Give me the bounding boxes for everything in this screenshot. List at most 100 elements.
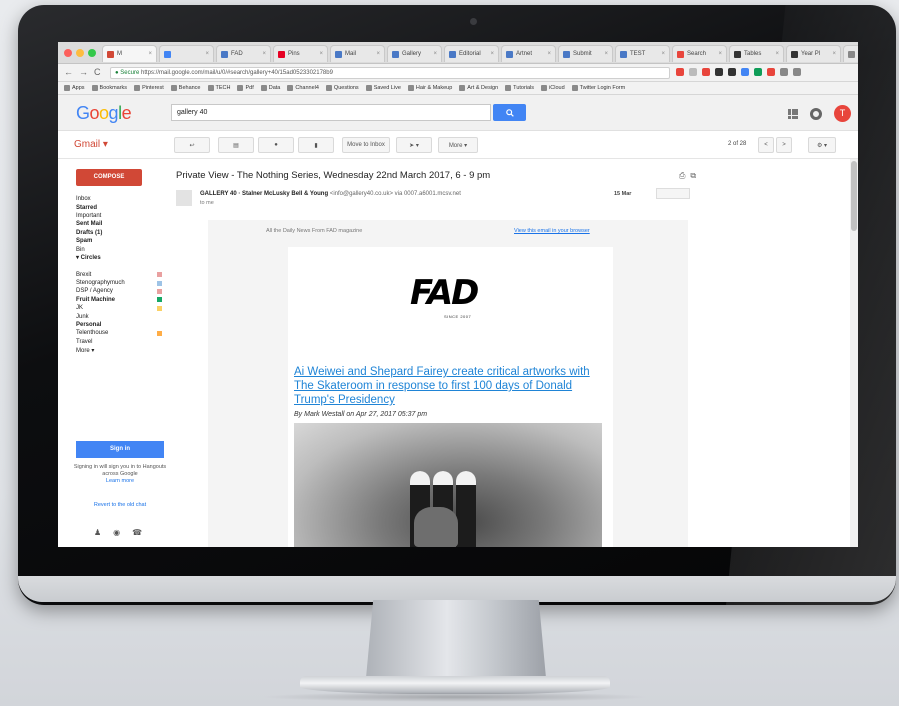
- bookmark-item[interactable]: Bookmarks: [91, 85, 127, 91]
- sidebar-item[interactable]: [76, 262, 162, 270]
- sidebar-item[interactable]: More ▾: [76, 346, 162, 354]
- print-icon[interactable]: ⎙: [679, 171, 685, 181]
- sidebar-item[interactable]: Inbox: [76, 195, 162, 203]
- tab-close-icon[interactable]: ×: [490, 51, 494, 57]
- notifications-icon[interactable]: [810, 107, 822, 120]
- reply-button[interactable]: [656, 188, 690, 199]
- sidebar-item[interactable]: Drafts (1): [76, 229, 162, 237]
- article-image[interactable]: [294, 423, 602, 547]
- google-logo[interactable]: Google: [76, 103, 132, 124]
- older-button[interactable]: <: [758, 137, 774, 153]
- extension-icon[interactable]: [767, 68, 775, 76]
- extension-icon[interactable]: [741, 68, 749, 76]
- sidebar-item[interactable]: Important: [76, 212, 162, 220]
- extension-icon[interactable]: [689, 68, 697, 76]
- bookmark-item[interactable]: Channel4: [287, 85, 319, 91]
- back-icon[interactable]: ←: [64, 67, 73, 77]
- tab-close-icon[interactable]: ×: [547, 51, 551, 57]
- tab-close-icon[interactable]: ×: [433, 51, 437, 57]
- browser-tab[interactable]: Mail ×: [330, 45, 385, 62]
- tab-close-icon[interactable]: ×: [604, 51, 608, 57]
- report-spam-button[interactable]: ●: [258, 137, 294, 153]
- extension-icon[interactable]: [754, 68, 762, 76]
- browser-tab[interactable]: Editorial ×: [444, 45, 499, 62]
- maximize-window-button[interactable]: [88, 49, 96, 57]
- compose-button[interactable]: COMPOSE: [76, 169, 142, 186]
- learn-more-link[interactable]: Learn more: [106, 478, 134, 484]
- settings-button[interactable]: ⚙ ▾: [808, 137, 836, 153]
- bookmark-item[interactable]: Apps: [64, 85, 85, 91]
- sidebar-item[interactable]: Junk: [76, 312, 162, 320]
- sidebar-item[interactable]: Personal: [76, 321, 162, 329]
- sidebar-item[interactable]: ▾ Circles: [76, 254, 162, 262]
- extension-icon[interactable]: [728, 68, 736, 76]
- bookmark-item[interactable]: Behance: [170, 85, 201, 91]
- gmail-menu[interactable]: Gmail ▾: [74, 139, 108, 150]
- hangouts-signin-button[interactable]: Sign in: [76, 441, 164, 458]
- new-window-icon[interactable]: ⧉: [690, 171, 696, 181]
- tab-close-icon[interactable]: ×: [718, 51, 722, 57]
- tab-close-icon[interactable]: ×: [832, 51, 836, 57]
- bookmark-item[interactable]: Saved Live: [365, 85, 401, 91]
- tab-close-icon[interactable]: ×: [319, 51, 323, 57]
- bookmark-item[interactable]: Pinterest: [134, 85, 164, 91]
- bookmark-item[interactable]: Art & Design: [459, 85, 498, 91]
- browser-tab[interactable]: Gallery ×: [387, 45, 442, 62]
- bookmark-item[interactable]: Hair & Makeup: [407, 85, 452, 91]
- bookmark-item[interactable]: TECH: [207, 85, 230, 91]
- browser-tab[interactable]: Search ×: [672, 45, 727, 62]
- search-input[interactable]: gallery 40: [171, 104, 491, 121]
- recipient-line[interactable]: to me: [200, 200, 214, 206]
- search-button[interactable]: [493, 104, 526, 121]
- tab-close-icon[interactable]: ×: [205, 51, 209, 57]
- extension-icon[interactable]: [702, 68, 710, 76]
- move-to-inbox-button[interactable]: Move to Inbox: [342, 137, 390, 153]
- tab-close-icon[interactable]: ×: [262, 51, 266, 57]
- browser-tab[interactable]: Year Pl ×: [786, 45, 841, 62]
- sidebar-item[interactable]: JK: [76, 304, 162, 312]
- labels-button[interactable]: ➤ ▾: [396, 137, 432, 153]
- bookmark-item[interactable]: Questions: [325, 85, 359, 91]
- sidebar-item[interactable]: Brexit: [76, 271, 162, 279]
- sidebar-item[interactable]: Travel: [76, 338, 162, 346]
- extension-icon[interactable]: [676, 68, 684, 76]
- forward-icon[interactable]: →: [79, 67, 88, 77]
- scrollbar[interactable]: [850, 159, 858, 547]
- url-field[interactable]: ● Secure https://mail.google.com/mail/u/…: [110, 67, 670, 79]
- extension-icon[interactable]: [793, 68, 801, 76]
- tab-close-icon[interactable]: ×: [661, 51, 665, 57]
- back-to-list-button[interactable]: ↩: [174, 137, 210, 153]
- browser-tab[interactable]: M ×: [102, 45, 157, 62]
- bookmark-item[interactable]: iCloud: [541, 85, 565, 91]
- browser-tab[interactable]: Artnet ×: [501, 45, 556, 62]
- revert-chat-link[interactable]: Revert to the old chat: [72, 502, 168, 508]
- browser-tab[interactable]: FAD ×: [216, 45, 271, 62]
- sidebar-item[interactable]: Stenographymuch: [76, 279, 162, 287]
- hangouts-icon[interactable]: ◉: [113, 528, 120, 537]
- tab-close-icon[interactable]: ×: [148, 51, 152, 57]
- tab-close-icon[interactable]: ×: [376, 51, 380, 57]
- browser-tab[interactable]: TEST ×: [615, 45, 670, 62]
- phone-icon[interactable]: ☎: [132, 528, 142, 537]
- bookmark-item[interactable]: Data: [260, 85, 280, 91]
- close-window-button[interactable]: [64, 49, 72, 57]
- scroll-thumb[interactable]: [851, 161, 857, 231]
- article-headline-link[interactable]: Ai Weiwei and Shepard Fairey create crit…: [294, 365, 609, 407]
- bookmark-item[interactable]: Pdf: [237, 85, 254, 91]
- browser-tab[interactable]: Submit ×: [558, 45, 613, 62]
- apps-grid-icon[interactable]: [788, 108, 798, 119]
- bookmark-item[interactable]: Tutorials: [505, 85, 534, 91]
- browser-tab[interactable]: Tim×: [843, 45, 858, 62]
- reload-icon[interactable]: C: [94, 67, 101, 77]
- view-in-browser-link[interactable]: View this email in your browser: [514, 228, 590, 234]
- sender-name[interactable]: GALLERY 40 · Stalner McLusky Bell & Youn…: [200, 191, 328, 197]
- fad-logo[interactable]: FAD: [410, 273, 479, 313]
- archive-button[interactable]: ▤: [218, 137, 254, 153]
- account-avatar[interactable]: T: [834, 105, 851, 122]
- sidebar-item[interactable]: Bin: [76, 245, 162, 253]
- newer-button[interactable]: >: [776, 137, 792, 153]
- extension-icon[interactable]: [780, 68, 788, 76]
- sidebar-item[interactable]: Sent Mail: [76, 220, 162, 228]
- sidebar-item[interactable]: Telenthouse: [76, 329, 162, 337]
- browser-tab[interactable]: Tables ×: [729, 45, 784, 62]
